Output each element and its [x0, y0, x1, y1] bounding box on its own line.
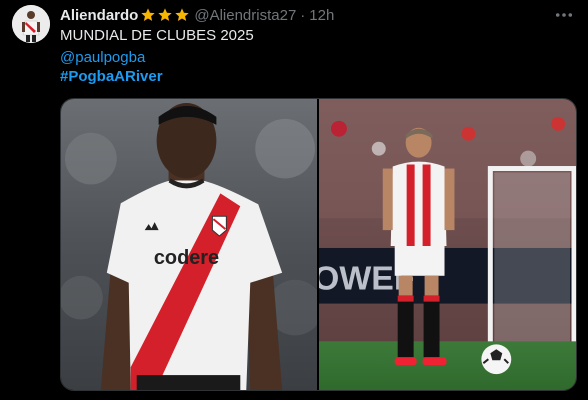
- tweet-header: Aliendardo @Aliendrista27 · 12h: [60, 6, 334, 24]
- media-photo-right[interactable]: OWEF: [319, 99, 576, 390]
- player-photo: OWEF: [319, 99, 576, 390]
- shirt-sponsor: codere: [154, 247, 219, 269]
- tweet-timestamp[interactable]: 12h: [309, 7, 334, 24]
- tweet[interactable]: Aliendardo @Aliendrista27 · 12h MUNDIAL …: [0, 0, 588, 400]
- more-options-button[interactable]: [554, 6, 574, 24]
- author-display-name[interactable]: Aliendardo: [60, 7, 138, 24]
- author-badges: [140, 7, 190, 23]
- tweet-media: codere OWEF: [60, 98, 577, 391]
- media-photo-left[interactable]: codere: [61, 99, 317, 390]
- tweet-text: MUNDIAL DE CLUBES 2025: [60, 27, 254, 44]
- more-icon: [555, 13, 573, 17]
- author-handle[interactable]: @Aliendrista27: [194, 7, 296, 24]
- star-icon: [158, 8, 173, 21]
- star-icon: [175, 8, 190, 21]
- mention-link[interactable]: @paulpogba: [60, 49, 145, 67]
- hashtag-link[interactable]: #PogbaARiver: [60, 68, 163, 86]
- star-icon: [141, 8, 156, 21]
- avatar[interactable]: [12, 5, 50, 43]
- player-photo: codere: [61, 99, 317, 390]
- avatar-image: [12, 5, 50, 43]
- separator-dot: ·: [300, 6, 306, 24]
